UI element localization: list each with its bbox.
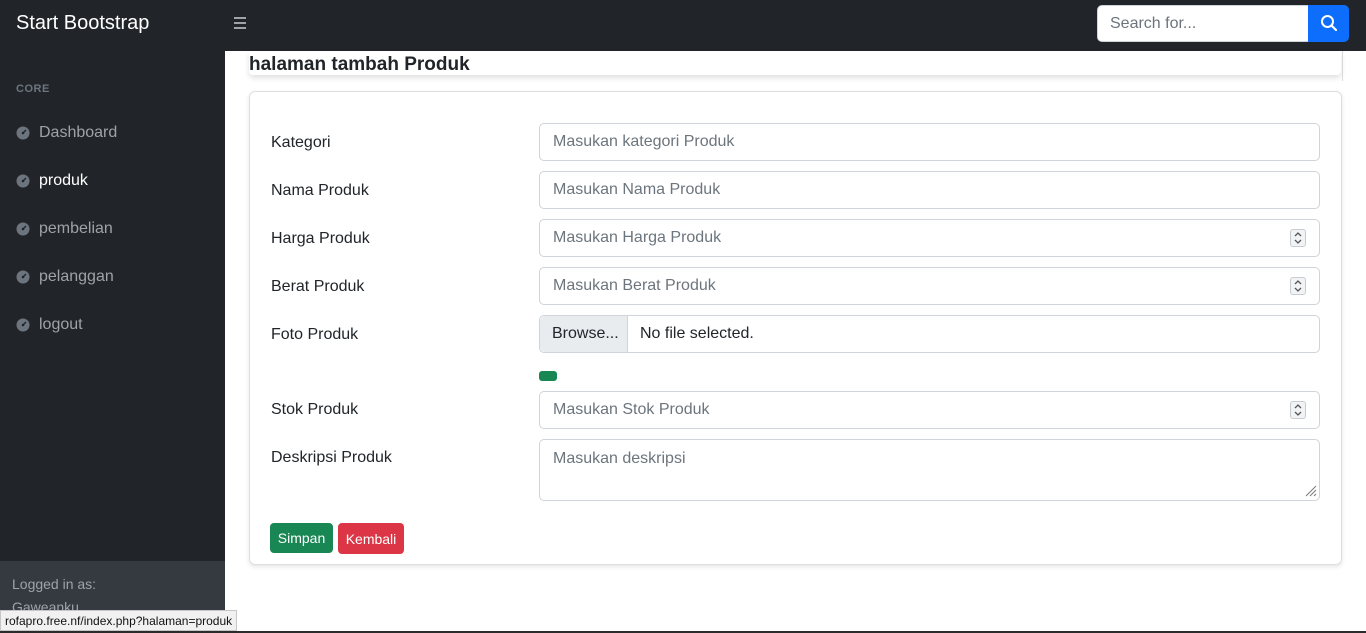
search-icon (1321, 15, 1338, 32)
berat-produk-label: Berat Produk (271, 278, 365, 295)
sidebar-item-label: pelanggan (39, 268, 114, 285)
spinner-arrows-icon (1294, 280, 1302, 292)
spinner-arrows-icon (1294, 232, 1302, 244)
sidebar-item-label: pembelian (39, 220, 113, 237)
divider (1342, 51, 1343, 81)
logged-in-label: Logged in as: (12, 576, 97, 592)
sidebar-item-dashboard[interactable]: Dashboard (0, 114, 225, 154)
resize-grip-icon[interactable] (1303, 483, 1317, 497)
tachometer-icon (16, 126, 30, 140)
tachometer-icon (16, 270, 30, 284)
harga-produk-label: Harga Produk (271, 230, 370, 247)
kembali-button[interactable]: Kembali (338, 523, 404, 554)
nama-produk-label: Nama Produk (271, 182, 369, 199)
kategori-input[interactable] (539, 123, 1320, 161)
kategori-label: Kategori (271, 134, 331, 151)
deskripsi-textarea[interactable] (539, 439, 1320, 501)
sidebar-toggle-button[interactable] (232, 12, 248, 32)
nama-produk-input[interactable] (539, 171, 1320, 209)
file-name-text: No file selected. (640, 325, 754, 342)
stok-produk-label: Stok Produk (271, 401, 359, 418)
tachometer-icon (16, 222, 30, 236)
top-navbar: Start Bootstrap (0, 0, 1366, 51)
browse-button[interactable]: Browse... (540, 316, 628, 352)
deskripsi-produk-label: Deskripsi Produk (271, 449, 392, 466)
sidebar-item-logout[interactable]: logout (0, 306, 225, 346)
stok-spinner[interactable] (1290, 401, 1306, 419)
status-bar-url: rofapro.free.nf/index.php?halaman=produk (0, 610, 238, 631)
harga-spinner[interactable] (1290, 229, 1306, 247)
sidebar-item-pelanggan[interactable]: pelanggan (0, 258, 225, 298)
green-indicator (539, 371, 557, 381)
harga-produk-input[interactable] (539, 219, 1320, 257)
sidebar-item-label: produk (39, 172, 88, 189)
page-title: halaman tambah Produk (249, 54, 470, 75)
bars-icon (234, 17, 246, 19)
foto-produk-label: Foto Produk (271, 326, 359, 343)
page-title-card: halaman tambah Produk (249, 51, 1341, 75)
navbar-search (1097, 5, 1349, 42)
berat-produk-input[interactable] (539, 267, 1320, 305)
sidebar: CORE Dashboard produk pembelian pelangga… (0, 51, 225, 633)
foto-produk-file-input[interactable]: Browse... No file selected. (539, 315, 1320, 353)
simpan-button[interactable]: Simpan (270, 523, 333, 553)
search-button[interactable] (1308, 5, 1349, 42)
sidebar-item-label: logout (39, 316, 83, 333)
sidebar-item-pembelian[interactable]: pembelian (0, 210, 225, 250)
sidebar-item-produk[interactable]: produk (0, 162, 225, 202)
navbar-brand[interactable]: Start Bootstrap (16, 12, 149, 35)
tachometer-icon (16, 318, 30, 332)
stok-produk-input[interactable] (539, 391, 1320, 429)
sidebar-heading: CORE (16, 83, 50, 95)
sidebar-item-label: Dashboard (39, 124, 118, 141)
berat-spinner[interactable] (1290, 277, 1306, 295)
spinner-arrows-icon (1294, 404, 1302, 416)
tachometer-icon (16, 174, 30, 188)
search-input[interactable] (1097, 5, 1309, 42)
